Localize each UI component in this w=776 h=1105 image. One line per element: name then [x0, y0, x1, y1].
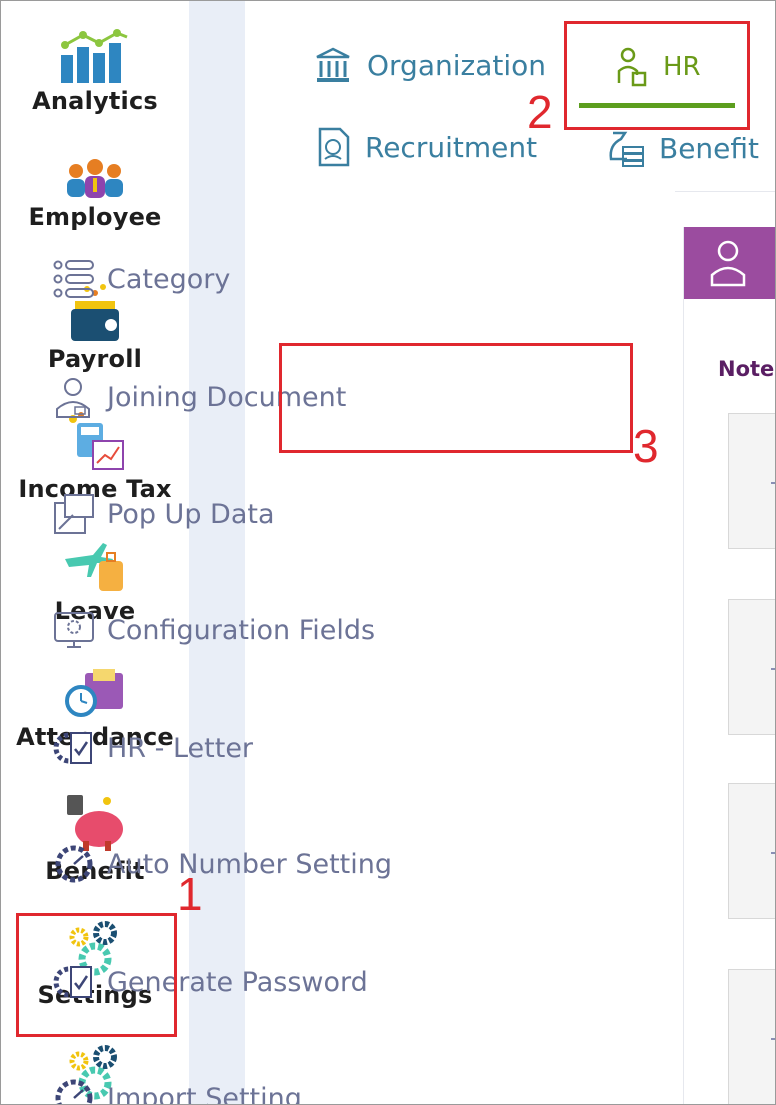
menu-item-label: Pop Up Data	[107, 498, 275, 530]
sidebar-item-income-tax[interactable]: Income Tax	[1, 411, 189, 503]
annotation-number: 2	[527, 86, 553, 138]
menu-item-label: Import Setting	[107, 1082, 302, 1105]
money-bag-icon	[609, 131, 644, 167]
app-frame: Analytics Employee Payroll Income Tax Le…	[0, 0, 776, 1105]
note-label: Note	[718, 357, 775, 381]
clock-calendar-icon	[65, 669, 123, 717]
gear-gauge-icon	[55, 1079, 93, 1104]
menu-item-label: Configuration Fields	[107, 614, 376, 646]
card-link[interactable]	[771, 646, 775, 670]
recruitment-document-icon	[318, 127, 350, 167]
user-document-icon	[56, 378, 90, 418]
gear-gauge-icon	[55, 845, 93, 883]
sidebar-gutter	[189, 1, 245, 1104]
menu-item-label: Auto Number Setting	[107, 848, 392, 880]
monitor-config-icon	[54, 612, 94, 648]
content-card[interactable]	[728, 969, 775, 1104]
popup-window-icon	[54, 494, 94, 534]
annotation-number: 3	[633, 420, 659, 472]
menu-item-label: Category	[107, 263, 231, 295]
tab-benefit[interactable]: Benefit	[605, 129, 759, 167]
user-document-icon	[710, 240, 746, 287]
content-card[interactable]	[728, 599, 775, 735]
tab-label: Organization	[367, 48, 547, 82]
tab-label: Benefit	[659, 131, 760, 165]
sidebar-item-label: Payroll	[47, 345, 143, 373]
sidebar-item-label: Employee	[28, 203, 162, 231]
panel-header	[684, 227, 775, 299]
sidebar-item-analytics[interactable]: Analytics	[1, 29, 189, 115]
annotation-box-hr	[564, 21, 750, 130]
sidebar-item-label: Analytics	[32, 87, 158, 115]
sidebar-item-employee[interactable]: Employee	[1, 157, 189, 231]
card-link[interactable]	[771, 1016, 775, 1040]
menu-item-category[interactable]: Category	[53, 259, 230, 299]
gear-document-icon	[53, 732, 92, 764]
calculator-icon	[69, 412, 124, 470]
annotation-number: 1	[177, 868, 203, 920]
bank-building-icon	[316, 47, 350, 82]
annotation-box-settings	[16, 913, 177, 1037]
content-card[interactable]	[728, 783, 775, 919]
menu-item-auto-number-setting[interactable]: Auto Number Setting	[53, 843, 392, 885]
annotation-box-joining-document	[279, 343, 633, 453]
menu-item-hr-letter[interactable]: HR - Letter	[53, 727, 253, 769]
tab-organization[interactable]: Organization	[313, 45, 546, 85]
card-link[interactable]	[771, 830, 775, 854]
menu-item-label: HR - Letter	[107, 732, 254, 764]
analytics-icon	[61, 29, 128, 83]
tab-label: Recruitment	[365, 130, 538, 164]
card-link[interactable]	[771, 460, 775, 484]
employee-icon	[67, 159, 123, 198]
menu-item-configuration-fields[interactable]: Configuration Fields	[53, 609, 375, 651]
content-card[interactable]	[728, 413, 775, 549]
tab-recruitment[interactable]: Recruitment	[317, 127, 537, 167]
content-panel: Note	[683, 227, 775, 1104]
list-icon	[53, 260, 94, 298]
menu-item-import-setting[interactable]: Import Setting	[53, 1077, 302, 1105]
plane-luggage-icon	[65, 543, 123, 591]
menu-item-pop-up-data[interactable]: Pop Up Data	[53, 493, 275, 535]
